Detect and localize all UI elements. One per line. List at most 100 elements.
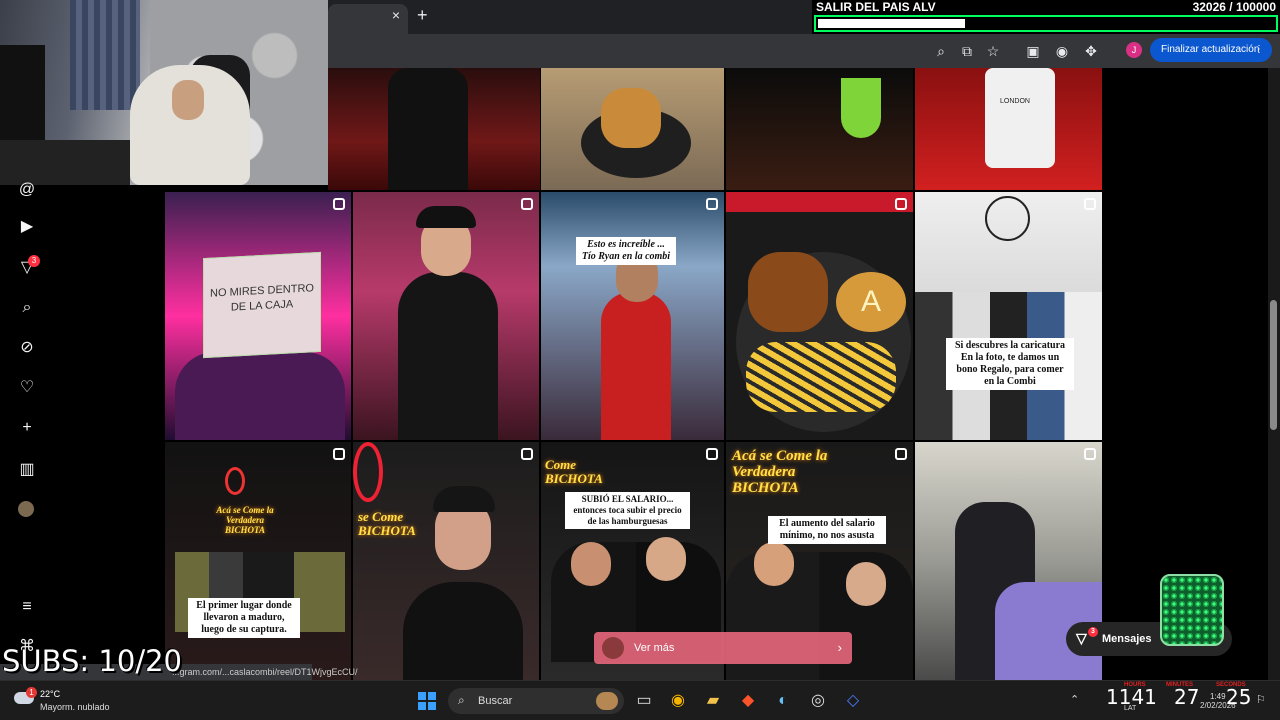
zoom-icon[interactable]: ⌕ — [932, 42, 950, 60]
box-sign: NO MIRES DENTRO DE LA CAJA — [203, 251, 321, 359]
reel-icon — [521, 198, 533, 210]
reel-icon — [895, 198, 907, 210]
goal-title: SALIR DEL PAIS ALV — [816, 0, 936, 14]
threads-icon[interactable]: @ — [17, 180, 37, 200]
tile-shirt — [985, 68, 1055, 168]
neon-sign: Acá se Come la Verdadera BICHOTA — [216, 505, 274, 535]
gem-jar-overlay — [1160, 574, 1224, 646]
post-tile[interactable] — [915, 192, 1102, 440]
goal-count: 32026 / 100000 — [1192, 0, 1276, 14]
subs-goal-overlay: SUBS: 10/20 — [2, 644, 182, 678]
file-explorer-icon[interactable]: ▰ — [703, 691, 723, 711]
clock-minutes: 27 — [1174, 685, 1200, 709]
taskbar-search-label: Buscar — [478, 695, 513, 707]
search-icon: ⌕ — [458, 693, 465, 707]
direct-icon: ▽ — [1076, 630, 1087, 646]
notifications-icon[interactable]: ⚐ — [1256, 693, 1266, 706]
post-tile[interactable] — [541, 192, 724, 440]
close-tab-icon[interactable]: × — [389, 7, 403, 23]
update-button[interactable]: Finalizar actualización ⋮ — [1150, 38, 1272, 62]
tray-chevron-icon[interactable]: ⌃ — [1070, 693, 1079, 706]
goal-overlay: SALIR DEL PAIS ALV 32026 / 100000 — [812, 0, 1280, 34]
tile-cap — [416, 206, 476, 228]
post-tile[interactable] — [541, 68, 724, 190]
cast-icon[interactable]: ⧉ — [958, 42, 976, 60]
weather-temperature[interactable]: 22°C — [40, 689, 60, 699]
tile-person-face — [846, 562, 886, 606]
obs-icon[interactable]: ◎ — [808, 691, 828, 711]
goal-progress-bar — [814, 15, 1278, 32]
windows-start-icon[interactable] — [418, 692, 436, 710]
tile-person-shirt — [403, 582, 523, 680]
profile-avatar[interactable] — [18, 501, 34, 517]
post-tile[interactable] — [353, 192, 539, 440]
search-highlight-icon — [596, 692, 618, 710]
clock-seconds: 25 — [1226, 685, 1252, 709]
reel-icon — [1084, 448, 1096, 460]
goal-progress-fill — [818, 19, 966, 28]
post-tile[interactable] — [726, 68, 913, 190]
weather-badge: 1 — [26, 687, 37, 698]
tile-shirt-text: LONDON — [1000, 98, 1030, 105]
reel-icon — [333, 198, 345, 210]
tile-red-jacket — [601, 292, 671, 440]
grid-margin-left — [52, 185, 165, 680]
post-tile[interactable] — [328, 68, 540, 190]
extensions-puzzle-icon[interactable]: ✥ — [1082, 42, 1100, 60]
create-icon[interactable]: + — [17, 418, 37, 438]
post-tile[interactable] — [353, 442, 539, 680]
reels-icon[interactable]: ▶ — [17, 217, 37, 237]
chrome-icon[interactable]: ◉ — [668, 691, 688, 711]
app-icon[interactable]: ◇ — [843, 691, 863, 711]
language-indicator[interactable]: LAT — [1124, 705, 1136, 712]
ver-mas-thumbnail — [602, 637, 624, 659]
reel-icon — [333, 448, 345, 460]
weather-description[interactable]: Mayorm. nublado — [40, 702, 110, 712]
reading-mode-icon[interactable]: ▣ — [1024, 42, 1042, 60]
bookmark-star-icon[interactable]: ☆ — [984, 42, 1002, 60]
tile-burger — [601, 88, 661, 148]
tile-fries — [746, 342, 896, 412]
reel-icon — [895, 448, 907, 460]
tile-drink — [841, 78, 881, 138]
tile-neon-ring — [353, 442, 383, 502]
tile-neon-ring — [225, 467, 245, 495]
caption-aumento: El aumento del salario mínimo, no nos as… — [768, 516, 886, 544]
steam-icon[interactable]: ◐ — [773, 691, 793, 711]
search-icon[interactable]: ⌕ — [17, 298, 37, 318]
taskbar-search[interactable]: ⌕ Buscar — [448, 688, 624, 714]
post-tile[interactable]: A — [726, 192, 913, 440]
ver-mas-label: Ver más — [634, 642, 675, 654]
task-view-icon[interactable]: ▭ — [634, 691, 654, 711]
tile-burger — [748, 252, 828, 332]
tile-person-face — [571, 542, 611, 586]
neon-sign: Acá se Come la Verdadera BICHOTA — [732, 448, 828, 496]
post-tile[interactable]: LONDON — [915, 68, 1102, 190]
webcam-face — [172, 80, 204, 120]
tile-person — [388, 68, 468, 190]
notification-badge: 3 — [28, 255, 40, 267]
menu-dots-icon[interactable]: ⋮ — [1254, 38, 1264, 62]
heart-icon[interactable]: ♡ — [17, 378, 37, 398]
new-tab-button[interactable]: + — [417, 5, 428, 26]
menu-icon[interactable]: ≡ — [17, 597, 37, 617]
post-tile[interactable] — [165, 442, 351, 680]
insights-icon[interactable]: ▥ — [17, 460, 37, 480]
webcam-desk — [0, 140, 130, 185]
tile-person-face — [754, 542, 794, 586]
update-button-label: Finalizar actualización — [1161, 44, 1260, 55]
caption-salario: SUBIÓ EL SALARIO... entonces toca subir … — [565, 492, 690, 529]
reel-icon — [706, 448, 718, 460]
brave-icon[interactable]: ◆ — [738, 691, 758, 711]
messages-label: Mensajes — [1102, 633, 1152, 645]
scrollbar-thumb[interactable] — [1270, 300, 1277, 430]
extension-icon[interactable]: ◉ — [1053, 42, 1071, 60]
ver-mas-button[interactable]: Ver más › — [594, 632, 852, 664]
profile-avatar-button[interactable]: J — [1126, 42, 1142, 58]
windows-taskbar: 1 22°C Mayorm. nublado ⌕ Buscar ▭ ◉ ▰ ◆ … — [0, 680, 1280, 720]
neon-sign: se Come BICHOTA — [358, 509, 416, 538]
screen: × + ⌕ ⧉ ☆ ▣ ◉ ✥ J Finalizar actualizació… — [0, 0, 1280, 720]
neon-sign: Come BICHOTA — [545, 457, 603, 486]
explore-icon[interactable]: ⊘ — [17, 338, 37, 358]
reel-icon — [706, 198, 718, 210]
